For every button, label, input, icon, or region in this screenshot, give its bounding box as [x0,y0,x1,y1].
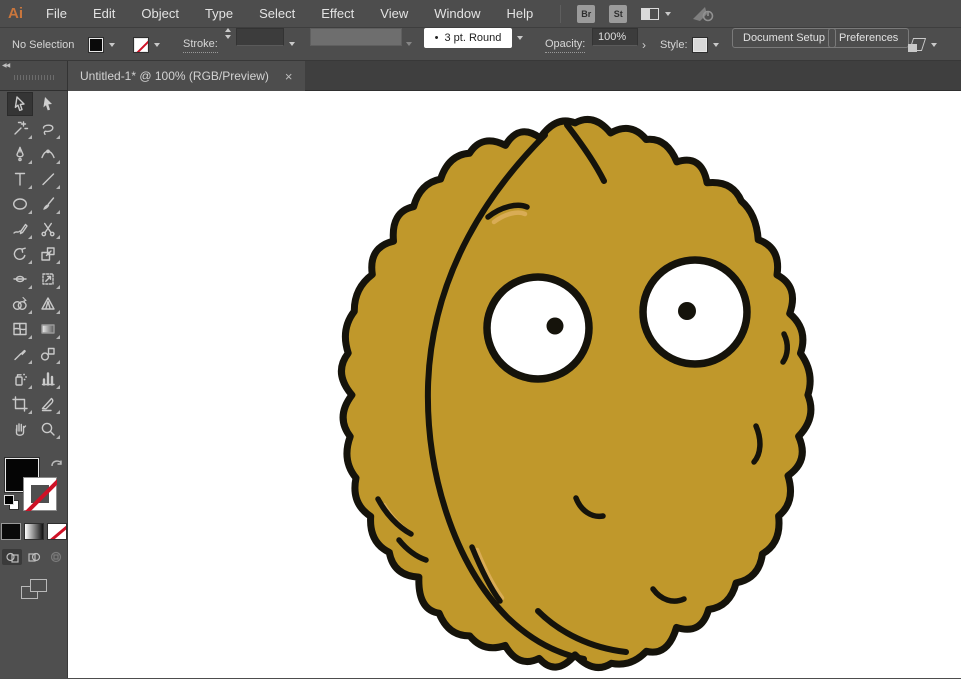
style-swatch[interactable] [692,36,708,53]
width-profile-dropdown [310,28,402,46]
chevron-down-icon[interactable] [931,42,937,47]
toolbar-header: ◀◀ [0,61,68,90]
menu-window[interactable]: Window [421,0,493,28]
chevron-down-icon [406,42,412,75]
wall-nut-body [338,115,815,671]
slice-tool[interactable] [35,392,61,416]
arrange-documents-icon [641,7,660,20]
menu-bar: Ai File Edit Object Type Select Effect V… [0,0,961,28]
stroke-weight-field[interactable] [236,28,284,46]
rotate-tool[interactable] [7,242,33,266]
paintbrush-tool[interactable] [35,192,61,216]
bridge-button[interactable]: Br [577,4,596,23]
opacity-expand-arrow[interactable]: › [642,28,646,61]
width-tool[interactable] [7,267,33,291]
illustrator-logo: Ai [8,5,23,22]
panel-drag-handle[interactable] [14,75,54,80]
pen-tool[interactable] [7,142,33,166]
stroke-label[interactable]: Stroke: [183,37,218,53]
stroke-color-swatch[interactable] [133,36,149,53]
right-pupil [678,302,696,320]
paint-mode-buttons [0,523,66,540]
left-pupil [546,317,564,335]
magic-wand-tool[interactable] [7,117,33,141]
fill-color-swatch[interactable] [88,36,104,53]
chevron-down-icon[interactable] [713,42,719,47]
mesh-tool[interactable] [7,317,33,341]
menu-effect[interactable]: Effect [308,0,367,28]
menu-separator [560,4,562,23]
draw-normal-button[interactable] [1,549,22,565]
stroke-color-control[interactable] [22,477,57,511]
gradient-tool[interactable] [35,317,61,341]
menu-file[interactable]: File [33,0,80,28]
arrange-documents-button[interactable] [641,7,672,20]
control-bar: No Selection Stroke: • 3 pt. Round Opaci… [0,28,961,61]
symbol-sprayer-tool[interactable] [7,367,33,391]
chevron-down-icon [665,11,672,16]
document-tab-bar: ◀◀ Untitled-1* @ 100% (RGB/Preview) × [0,61,961,91]
document-tab[interactable]: Untitled-1* @ 100% (RGB/Preview) × [68,61,305,91]
stock-button[interactable]: St [609,4,628,23]
gradient-mode-button[interactable] [24,524,43,539]
fill-stroke-control [4,456,65,516]
preferences-button[interactable]: Preferences [828,28,910,48]
blend-tool[interactable] [35,342,61,366]
ellipse-tool[interactable] [7,192,33,216]
document-tab-title: Untitled-1* @ 100% (RGB/Preview) [80,69,269,83]
hand-tool[interactable] [7,417,33,441]
tools-panel [0,91,68,678]
free-transform-tool[interactable] [35,267,61,291]
opacity-label[interactable]: Opacity: [545,37,586,53]
curvature-tool[interactable] [35,142,61,166]
menu-view[interactable]: View [367,0,421,28]
style-label: Style: [660,38,688,51]
chevron-down-icon[interactable] [109,42,115,47]
collapse-panel-icon[interactable]: ◀◀ [2,62,10,69]
menu-object[interactable]: Object [128,0,192,28]
menu-help[interactable]: Help [493,0,546,28]
artboard-canvas[interactable] [68,91,961,678]
direct-selection-tool[interactable] [35,92,61,116]
drawing-mode-buttons [1,549,66,565]
scissors-tool[interactable] [35,217,61,241]
opacity-field[interactable]: 100% [592,28,638,46]
chevron-down-icon [517,36,523,40]
selection-status: No Selection [12,38,75,51]
change-screen-mode-button[interactable] [20,579,47,599]
zoom-tool[interactable] [35,417,61,441]
color-mode-button[interactable] [0,523,21,540]
menu-type[interactable]: Type [192,0,246,28]
lasso-tool[interactable] [35,117,61,141]
none-mode-button[interactable] [47,524,66,539]
left-eye [483,273,593,383]
default-fill-stroke-icon[interactable] [4,496,18,509]
artboard-tool[interactable] [7,392,33,416]
scale-tool[interactable] [35,242,61,266]
chevron-down-icon[interactable] [154,42,160,47]
line-segment-tool[interactable] [35,167,61,191]
align-options-icon[interactable] [908,37,926,53]
chevron-down-icon[interactable] [289,42,295,75]
selection-tool[interactable] [6,92,33,116]
shaper-tool[interactable] [7,217,33,241]
stroke-weight-stepper[interactable] [225,28,231,61]
brush-definition-dropdown[interactable]: • 3 pt. Round [424,28,512,48]
column-graph-tool[interactable] [35,367,61,391]
brush-definition-value: 3 pt. Round [444,32,502,44]
type-tool[interactable] [7,167,33,191]
brush-dot-icon: • [434,32,439,44]
draw-inside-button [46,549,66,565]
eyedropper-tool[interactable] [7,342,33,366]
menu-select[interactable]: Select [246,0,308,28]
brush-dropdown-button[interactable] [512,28,528,48]
swap-fill-stroke-icon[interactable] [49,456,65,470]
wall-nut-artwork [338,115,815,671]
document-setup-button[interactable]: Document Setup [732,28,836,48]
menu-edit[interactable]: Edit [80,0,128,28]
perspective-grid-tool[interactable] [35,292,61,316]
shape-builder-tool[interactable] [7,292,33,316]
draw-behind-button[interactable] [24,549,44,565]
gpu-performance-icon [693,6,714,21]
